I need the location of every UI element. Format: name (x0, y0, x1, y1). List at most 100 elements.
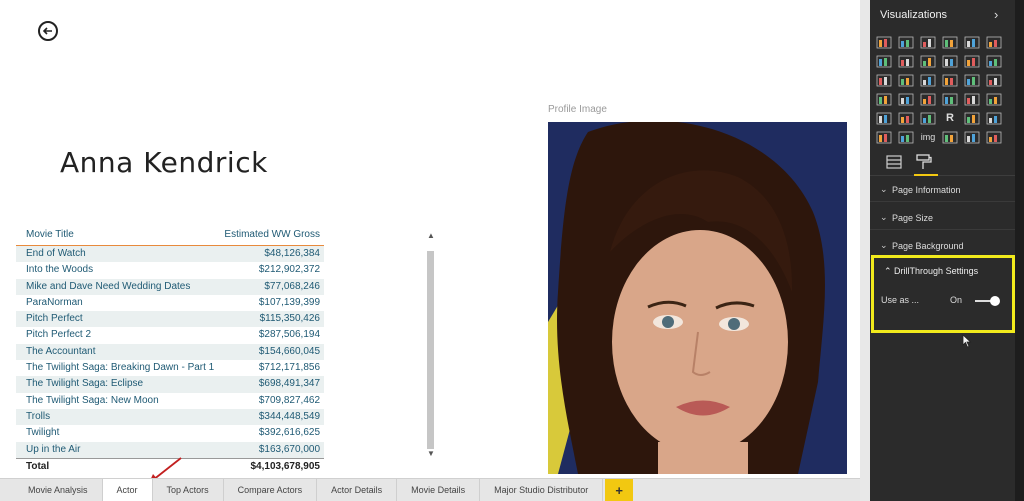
slicer-icon[interactable] (876, 112, 892, 125)
page-tab[interactable]: Actor Details (317, 479, 398, 501)
table-row[interactable]: Pitch Perfect $115,350,426 (16, 311, 324, 328)
back-button[interactable] (38, 21, 58, 41)
funnel-icon[interactable] (898, 93, 914, 106)
section-page-size[interactable]: ⌄ Page Size (870, 206, 1015, 230)
sort-icon[interactable] (964, 112, 980, 125)
movie-table-visual[interactable]: Movie Title Estimated WW Gross End of Wa… (16, 225, 436, 475)
100-bar-icon[interactable] (964, 36, 980, 49)
power-bi-window: Anna Kendrick Movie Title Estimated WW G… (0, 0, 1024, 501)
portrait-image (548, 122, 847, 474)
movie-title-cell: Trolls (26, 410, 51, 422)
drillthrough-toggle[interactable] (975, 296, 1001, 306)
stacked-column-icon[interactable] (920, 36, 936, 49)
total-label: Total (26, 460, 50, 472)
page-tab[interactable]: Movie Analysis (0, 479, 103, 501)
img-visual-label: img (920, 132, 936, 142)
stacked-area-icon[interactable] (920, 55, 936, 68)
chevron-down-icon: ⌄ (880, 184, 888, 194)
section-page-information[interactable]: ⌄ Page Information (870, 178, 1015, 202)
chevron-down-icon: ⌄ (880, 212, 888, 222)
table-row[interactable]: The Twilight Saga: Eclipse $698,491,347 (16, 376, 324, 393)
card-icon[interactable] (942, 93, 958, 106)
table-row[interactable]: Into the Woods $212,902,372 (16, 262, 324, 279)
stacked-bar-icon[interactable] (876, 36, 892, 49)
table-row[interactable]: Mike and Dave Need Wedding Dates $77,068,… (16, 278, 324, 295)
matrix-icon[interactable] (920, 112, 936, 125)
canvas-divider (860, 0, 870, 501)
fields-tab-icon[interactable] (885, 154, 907, 172)
movie-title-cell: End of Watch (26, 248, 86, 259)
scroll-thumb[interactable] (427, 251, 434, 449)
table-body: End of Watch $48,126,384 Into the Woods $21… (16, 246, 324, 458)
collapse-pane-icon[interactable]: › (994, 7, 998, 22)
mouse-pointer-icon (962, 334, 972, 348)
column-header-gross[interactable]: Estimated WW Gross (224, 229, 320, 240)
waterfall-icon[interactable] (876, 74, 892, 87)
ribbon-icon[interactable] (986, 55, 1002, 68)
section-drillthrough-settings[interactable]: ⌃ DrillThrough Settings (884, 266, 978, 277)
clustered-column-icon[interactable] (898, 36, 914, 49)
table-row[interactable]: ParaNorman $107,139,399 (16, 294, 324, 312)
scroll-down-icon[interactable]: ▼ (426, 449, 436, 459)
page-tab[interactable]: Actor (102, 479, 153, 501)
page-tab[interactable]: Major Studio Distributor (480, 479, 604, 501)
cloud-icon[interactable] (986, 112, 1002, 125)
table-row[interactable]: End of Watch $48,126,384 (16, 246, 324, 263)
page-tab[interactable]: Compare Actors (224, 479, 318, 501)
format-paint-roller-icon[interactable] (914, 154, 938, 176)
use-as-label: Use as ... (881, 295, 920, 305)
table-row[interactable]: The Twilight Saga: New Moon $709,827,462 (16, 392, 324, 409)
scatter-icon[interactable] (898, 74, 914, 87)
page-tab[interactable]: Movie Details (397, 479, 481, 501)
r-visual-icon[interactable]: R (942, 112, 958, 125)
clustered-bar-icon[interactable] (942, 36, 958, 49)
custom-1-icon[interactable]: img (920, 131, 936, 144)
movie-title-cell: Pitch Perfect 2 (26, 329, 92, 341)
multirow-card-icon[interactable] (964, 93, 980, 106)
gross-cell: $154,660,045 (258, 345, 320, 357)
line-column-icon[interactable] (942, 55, 958, 68)
filled-map-icon[interactable] (876, 93, 892, 106)
line-icon[interactable] (876, 55, 892, 68)
pane-edge-strip (1015, 0, 1024, 501)
column-header-movie-title[interactable]: Movie Title (26, 229, 74, 240)
table-row[interactable]: Pitch Perfect 2 $287,506,194 (16, 327, 324, 344)
actor-name-card: Anna Kendrick (60, 146, 268, 179)
page-tab[interactable]: Top Actors (153, 479, 224, 501)
map-icon[interactable] (986, 74, 1002, 87)
gross-cell: $392,616,625 (258, 427, 320, 439)
movie-title-cell: Mike and Dave Need Wedding Dates (26, 280, 191, 292)
custom-2-icon[interactable] (942, 131, 958, 144)
visualizations-pane: Visualizations › Rimg ⌄ Page Information… (870, 0, 1015, 501)
gross-cell: $115,350,426 (259, 313, 320, 325)
table-icon[interactable] (898, 112, 914, 125)
custom-4-icon[interactable] (986, 131, 1002, 144)
gross-cell: $77,068,246 (264, 280, 320, 292)
table-row[interactable]: The Accountant $154,660,045 (16, 343, 324, 361)
pie-icon[interactable] (920, 74, 936, 87)
100-column-icon[interactable] (986, 36, 1002, 49)
python-icon[interactable] (876, 131, 892, 144)
chevron-down-icon: ⌄ (880, 240, 888, 250)
scroll-up-icon[interactable]: ▲ (426, 231, 436, 241)
treemap-icon[interactable] (964, 74, 980, 87)
kpi-icon[interactable] (986, 93, 1002, 106)
table-row[interactable]: The Twilight Saga: Breaking Dawn - Part … (16, 360, 324, 377)
movie-title-cell: The Accountant (26, 345, 96, 357)
add-page-button[interactable]: + (605, 479, 634, 501)
globe-icon[interactable] (898, 131, 914, 144)
gross-cell: $287,506,194 (258, 329, 320, 341)
r-visual-label: R (946, 112, 954, 124)
arrow-left-icon (42, 27, 52, 35)
movie-title-cell: The Twilight Saga: Breaking Dawn - Part … (26, 362, 215, 374)
area-icon[interactable] (898, 55, 914, 68)
gauge-icon[interactable] (920, 93, 936, 106)
line-clustered-icon[interactable] (964, 55, 980, 68)
table-row[interactable]: Twilight $392,616,625 (16, 425, 324, 442)
custom-3-icon[interactable] (964, 131, 980, 144)
gross-cell: $212,902,372 (258, 264, 320, 276)
movie-title-cell: Into the Woods (26, 264, 94, 276)
table-row[interactable]: Trolls $344,448,549 (16, 408, 324, 426)
donut-icon[interactable] (942, 74, 958, 87)
table-scrollbar[interactable]: ▲ ▼ (426, 225, 436, 465)
